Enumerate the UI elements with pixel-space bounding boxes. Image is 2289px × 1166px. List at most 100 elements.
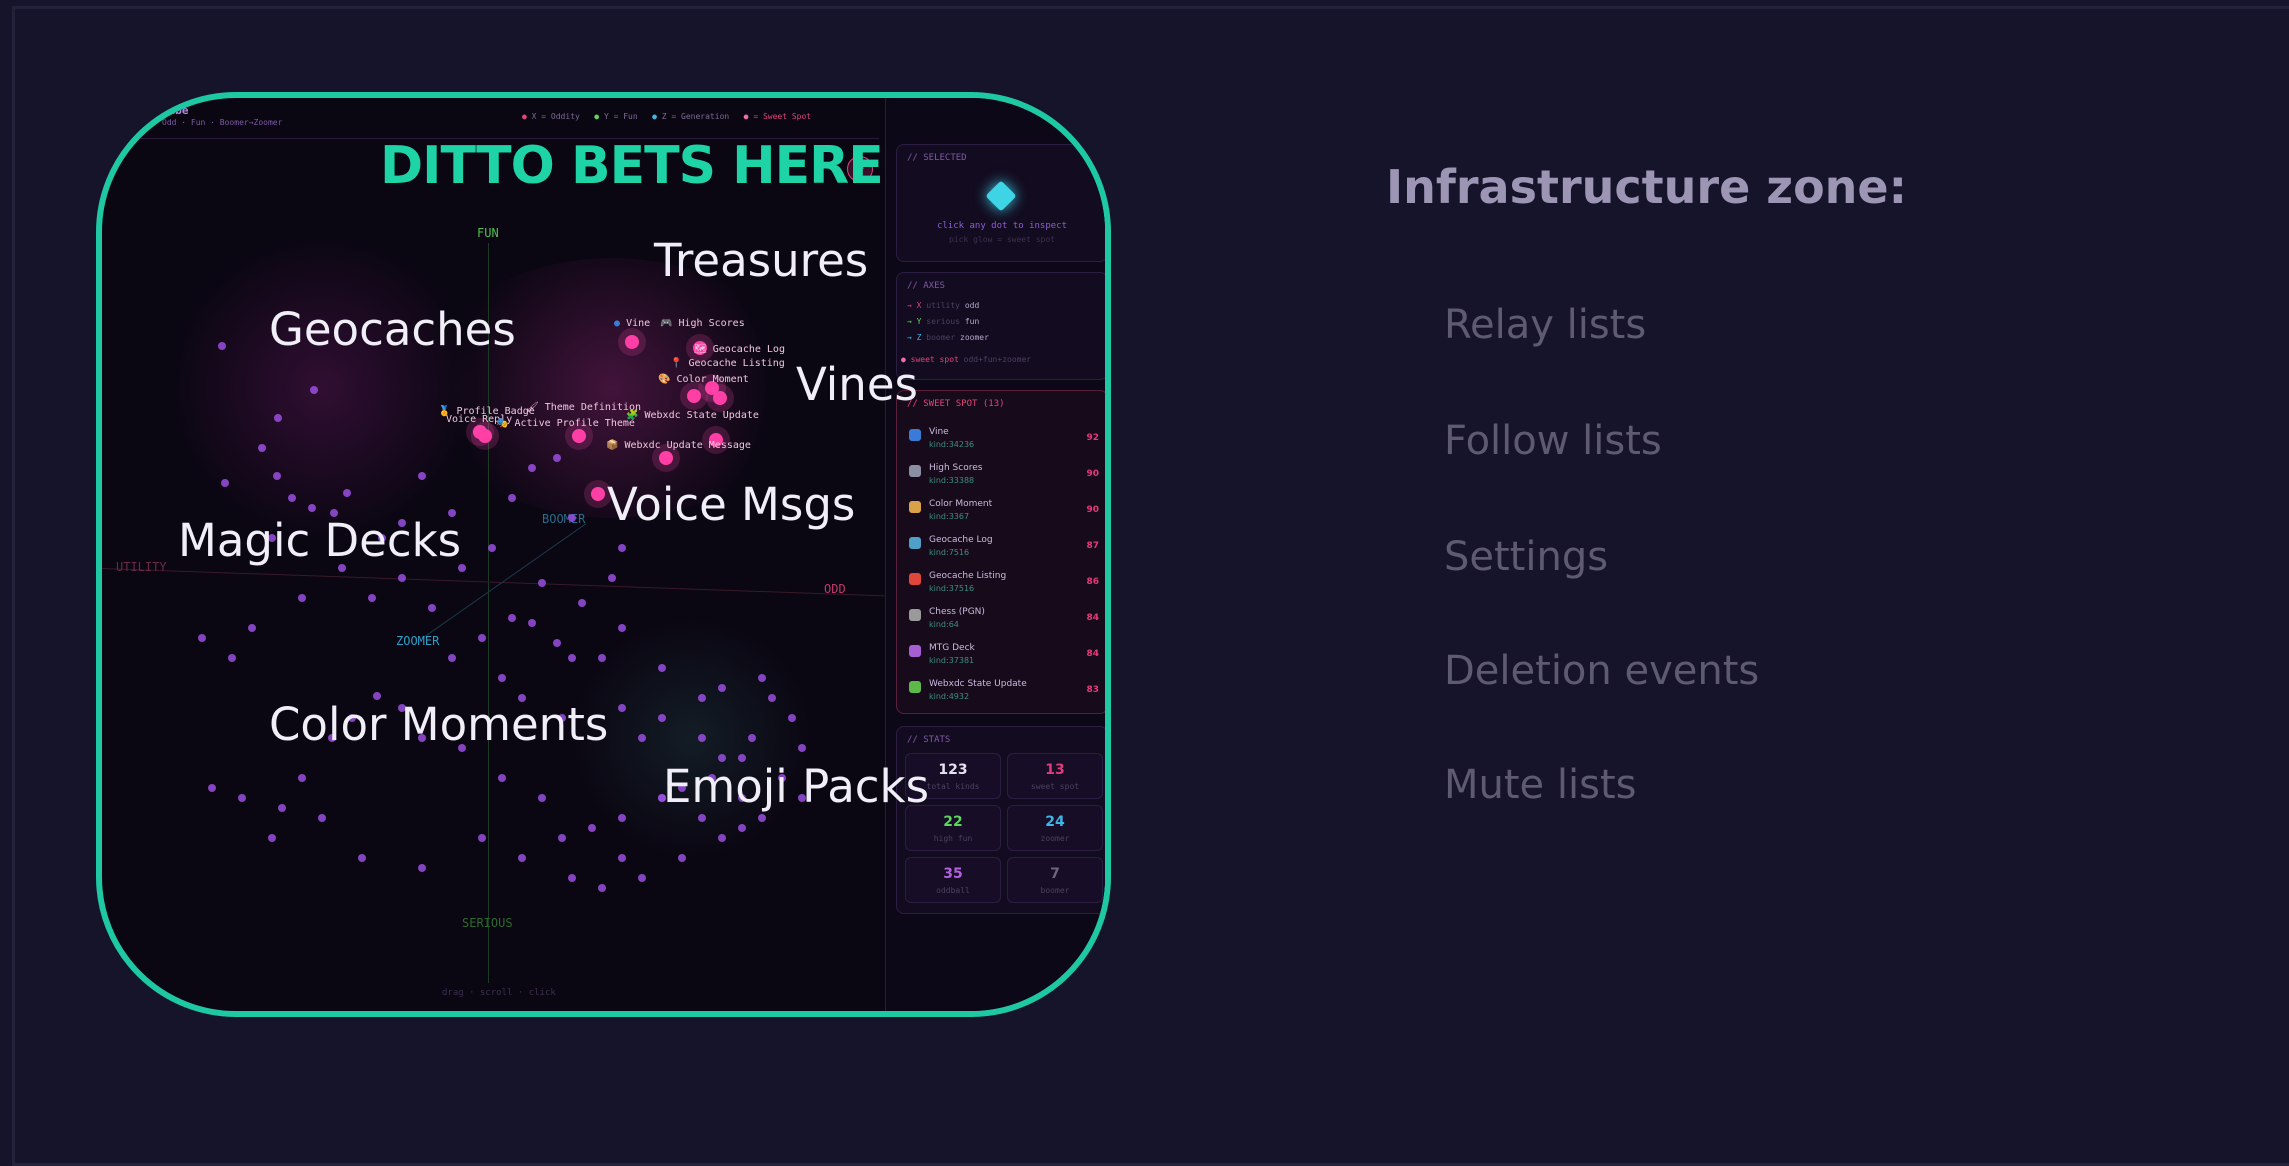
data-dot[interactable] xyxy=(758,674,766,682)
data-dot[interactable] xyxy=(748,734,756,742)
data-dot[interactable] xyxy=(738,824,746,832)
data-dot[interactable] xyxy=(428,604,436,612)
data-dot[interactable] xyxy=(248,624,256,632)
data-dot[interactable] xyxy=(598,884,606,892)
data-dot[interactable] xyxy=(528,464,536,472)
sweet-spot-dot[interactable] xyxy=(591,487,605,501)
data-dot[interactable] xyxy=(198,634,206,642)
data-dot[interactable] xyxy=(798,744,806,752)
data-dot[interactable] xyxy=(788,714,796,722)
data-dot[interactable] xyxy=(538,794,546,802)
data-dot[interactable] xyxy=(478,634,486,642)
point-label-theme-definition[interactable]: 🖌 Theme Definition xyxy=(526,402,641,413)
sweet-spot-item[interactable]: Chess (PGN) kind:64 84 xyxy=(909,607,1099,641)
sweet-spot-dot[interactable] xyxy=(572,429,586,443)
point-label-geocache-log[interactable]: 🗺 Geocache Log xyxy=(694,344,785,355)
point-label-webxdc-state-update[interactable]: 🧩 Webxdc State Update xyxy=(626,410,759,421)
sweet-spot-item[interactable]: MTG Deck kind:37381 84 xyxy=(909,643,1099,677)
data-dot[interactable] xyxy=(498,774,506,782)
data-dot[interactable] xyxy=(478,834,486,842)
point-label-webxdc-update-message[interactable]: 📦 Webxdc Update Message xyxy=(606,440,751,451)
data-dot[interactable] xyxy=(228,654,236,662)
data-dot[interactable] xyxy=(618,704,626,712)
data-dot[interactable] xyxy=(218,342,226,350)
data-dot[interactable] xyxy=(698,734,706,742)
data-dot[interactable] xyxy=(498,674,506,682)
point-label-vine[interactable]: ● Vine xyxy=(614,318,650,329)
data-dot[interactable] xyxy=(278,804,286,812)
sweet-spot-dot[interactable] xyxy=(659,451,673,465)
data-dot[interactable] xyxy=(538,579,546,587)
sweet-spot-dot[interactable] xyxy=(478,429,492,443)
sweet-spot-item[interactable]: High Scores kind:33388 90 xyxy=(909,463,1099,497)
data-dot[interactable] xyxy=(578,599,586,607)
data-dot[interactable] xyxy=(598,654,606,662)
data-dot[interactable] xyxy=(698,814,706,822)
sweet-spot-dot[interactable] xyxy=(625,335,639,349)
data-dot[interactable] xyxy=(638,734,646,742)
data-dot[interactable] xyxy=(718,834,726,842)
sweet-spot-item[interactable]: Color Moment kind:3367 90 xyxy=(909,499,1099,533)
data-dot[interactable] xyxy=(508,614,516,622)
data-dot[interactable] xyxy=(488,544,496,552)
selected-prompt: click any dot to inspect xyxy=(936,221,1068,231)
data-dot[interactable] xyxy=(448,654,456,662)
data-dot[interactable] xyxy=(568,514,576,522)
data-dot[interactable] xyxy=(268,834,276,842)
data-dot[interactable] xyxy=(343,489,351,497)
sweet-spot-item[interactable]: Vine kind:34236 92 xyxy=(909,427,1099,461)
data-dot[interactable] xyxy=(298,594,306,602)
data-dot[interactable] xyxy=(618,814,626,822)
data-dot[interactable] xyxy=(238,794,246,802)
sweet-spot-dot[interactable] xyxy=(687,389,701,403)
kind-icon xyxy=(909,609,921,621)
data-dot[interactable] xyxy=(398,574,406,582)
data-dot[interactable] xyxy=(718,684,726,692)
sweet-spot-item-kind: kind:7516 xyxy=(929,548,970,557)
data-dot[interactable] xyxy=(418,472,426,480)
data-dot[interactable] xyxy=(358,854,366,862)
data-dot[interactable] xyxy=(298,774,306,782)
data-dot[interactable] xyxy=(258,444,266,452)
data-dot[interactable] xyxy=(221,479,229,487)
sweet-spot-item[interactable]: Geocache Listing kind:37516 86 xyxy=(909,571,1099,605)
data-dot[interactable] xyxy=(274,414,282,422)
data-dot[interactable] xyxy=(310,386,318,394)
data-dot[interactable] xyxy=(318,814,326,822)
point-label-geocache-listing[interactable]: 📍 Geocache Listing xyxy=(670,358,785,369)
data-dot[interactable] xyxy=(553,454,561,462)
data-dot[interactable] xyxy=(518,854,526,862)
data-dot[interactable] xyxy=(618,624,626,632)
data-dot[interactable] xyxy=(698,694,706,702)
data-dot[interactable] xyxy=(273,472,281,480)
data-dot[interactable] xyxy=(553,639,561,647)
data-dot[interactable] xyxy=(568,654,576,662)
data-dot[interactable] xyxy=(288,494,296,502)
sweet-spot-item[interactable]: Geocache Log kind:7516 87 xyxy=(909,535,1099,569)
data-dot[interactable] xyxy=(368,594,376,602)
sweet-spot-item[interactable]: Webxdc State Update kind:4932 83 xyxy=(909,679,1099,713)
data-dot[interactable] xyxy=(758,814,766,822)
data-dot[interactable] xyxy=(528,619,536,627)
kind-icon xyxy=(909,645,921,657)
data-dot[interactable] xyxy=(638,874,646,882)
point-label-high-scores[interactable]: 🎮 High Scores xyxy=(660,318,745,329)
data-dot[interactable] xyxy=(588,824,596,832)
data-dot[interactable] xyxy=(558,834,566,842)
data-dot[interactable] xyxy=(608,574,616,582)
data-dot[interactable] xyxy=(658,664,666,672)
data-dot[interactable] xyxy=(208,784,216,792)
point-label-color-moment[interactable]: 🎨 Color Moment xyxy=(658,374,749,385)
data-dot[interactable] xyxy=(618,544,626,552)
data-dot[interactable] xyxy=(678,854,686,862)
data-dot[interactable] xyxy=(658,714,666,722)
data-dot[interactable] xyxy=(508,494,516,502)
data-dot[interactable] xyxy=(308,504,316,512)
point-label-active-profile-theme[interactable]: 🎭 Active Profile Theme xyxy=(496,418,635,429)
data-dot[interactable] xyxy=(768,694,776,702)
sweet-spot-dot[interactable] xyxy=(713,391,727,405)
sweet-spot-item-score: 84 xyxy=(1086,649,1099,659)
data-dot[interactable] xyxy=(568,874,576,882)
data-dot[interactable] xyxy=(618,854,626,862)
data-dot[interactable] xyxy=(418,864,426,872)
